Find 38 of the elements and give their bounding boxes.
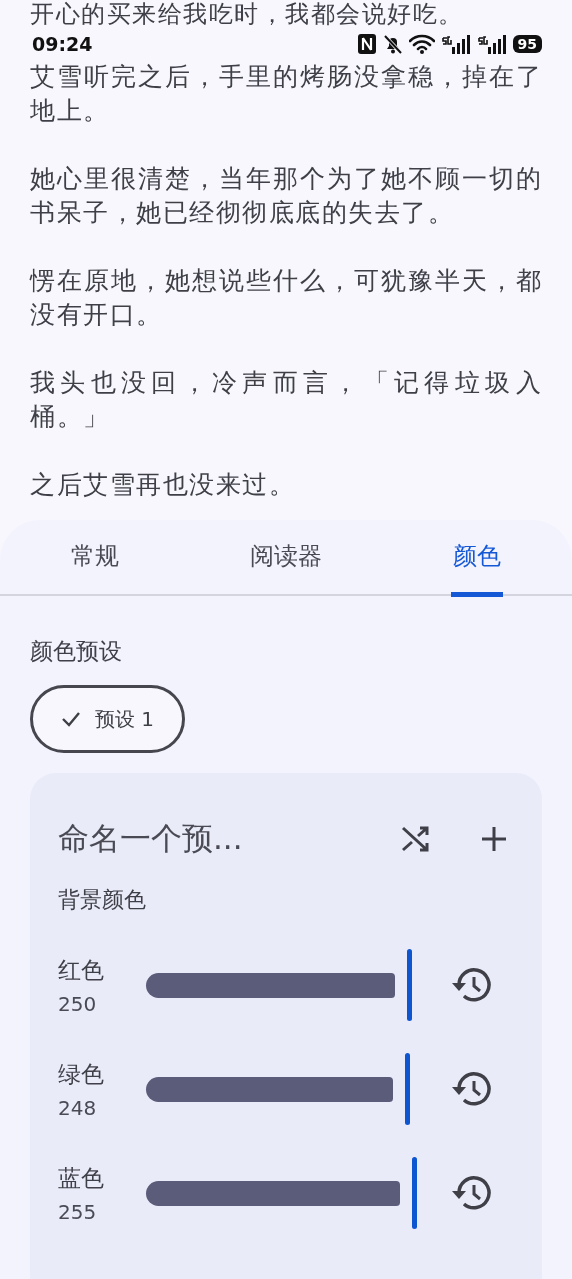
reset-button[interactable] <box>450 1070 492 1108</box>
story-paragraph: 之后艾雪再也没来过。 <box>30 469 296 501</box>
story-paragraph: 我头也没回，冷声而言，「记得垃圾入桶。」 <box>30 367 542 433</box>
plus-icon <box>480 825 508 853</box>
slider-thumb[interactable] <box>412 1157 417 1229</box>
channel-label: 蓝色 <box>58 1163 105 1193</box>
story-paragraph: 开心的买来给我吃时，我都会说好吃。 <box>30 0 465 28</box>
slider-thumb[interactable] <box>404 1053 410 1125</box>
channel-value: 250 <box>58 991 98 1016</box>
history-icon <box>450 1070 492 1108</box>
tab[interactable]: 阅读器 <box>190 520 382 594</box>
channel-value: 255 <box>58 1199 98 1224</box>
battery-level: 95 <box>512 35 542 53</box>
channel-label: 绿色 <box>58 1059 105 1089</box>
preset-chip[interactable]: 预设 1 <box>30 685 186 753</box>
slider-thumb[interactable] <box>406 949 412 1021</box>
story-paragraph: 艾雪听完之后，手里的烤肠没拿稳，掉在了地上。 <box>30 61 542 127</box>
nfc-icon <box>356 33 377 55</box>
preset-name[interactable]: 命名一个预... <box>58 818 356 860</box>
tab[interactable]: 常规 <box>0 520 191 594</box>
tab[interactable]: 颜色 <box>381 520 572 594</box>
story-paragraph: 她心里很清楚，当年那个为了她不顾一切的书呆子，她已经彻彻底底的失去了。 <box>30 163 542 229</box>
check-icon <box>61 711 81 727</box>
section-title: 颜色预设 <box>30 637 123 666</box>
status-time: 09:24 <box>32 33 94 55</box>
bell-off-icon <box>382 33 403 55</box>
signal-icon <box>440 33 471 55</box>
reset-button[interactable] <box>450 966 492 1004</box>
history-icon <box>450 966 492 1004</box>
reset-button[interactable] <box>450 1174 492 1212</box>
wifi-icon <box>408 33 435 55</box>
section-title: 背景颜色 <box>58 886 147 914</box>
channel-label: 红色 <box>58 955 105 985</box>
signal-icon <box>476 33 507 55</box>
story-paragraph: 愣在原地，她想说些什么，可犹豫半天，都没有开口。 <box>30 265 542 331</box>
channel-value: 248 <box>58 1095 98 1120</box>
history-icon <box>450 1174 492 1212</box>
shuffle-icon <box>400 824 430 854</box>
